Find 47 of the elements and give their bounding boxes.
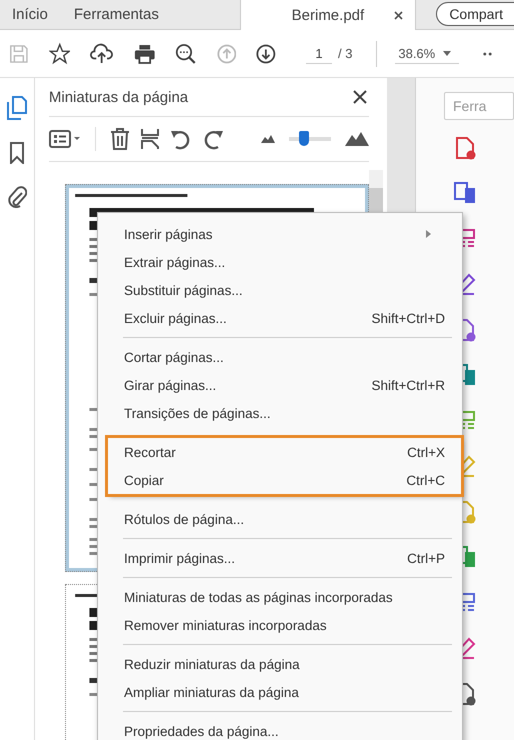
menu-item[interactable]: Transições de páginas... bbox=[98, 399, 462, 427]
menu-item[interactable]: Remover miniaturas incorporadas bbox=[98, 611, 462, 639]
cloud-upload-icon[interactable] bbox=[90, 42, 114, 64]
slider-thumb[interactable] bbox=[299, 131, 310, 146]
menu-item[interactable]: Recortar Ctrl+X bbox=[108, 438, 461, 466]
trash-icon[interactable] bbox=[110, 128, 130, 150]
close-icon[interactable] bbox=[394, 10, 404, 20]
rotate-left-icon[interactable] bbox=[170, 128, 192, 150]
menu-item[interactable]: Excluir páginas... Shift+Ctrl+D bbox=[98, 304, 462, 332]
rotate-right-icon[interactable] bbox=[202, 128, 224, 150]
menu-item[interactable]: Miniaturas de todas as páginas incorporadas bbox=[98, 583, 462, 611]
pages-icon[interactable] bbox=[6, 96, 27, 120]
tab[interactable]: Berime.pdf bbox=[240, 0, 416, 30]
close-icon[interactable] bbox=[352, 90, 367, 104]
tool-icon[interactable] bbox=[453, 181, 477, 205]
small-mountain-icon[interactable] bbox=[260, 135, 275, 143]
thumbnail-size-slider[interactable] bbox=[288, 131, 331, 147]
star-icon[interactable] bbox=[48, 42, 70, 66]
arrow-down-circle-icon[interactable] bbox=[256, 42, 276, 64]
tool-icon[interactable] bbox=[453, 136, 477, 160]
large-mountain-icon[interactable] bbox=[344, 132, 369, 146]
bookmark-icon[interactable] bbox=[8, 142, 25, 164]
menu-item[interactable]: Rótulos de página... bbox=[98, 505, 462, 533]
more-icon[interactable] bbox=[483, 52, 494, 56]
menu-item[interactable]: Girar páginas... Shift+Ctrl+R bbox=[98, 371, 462, 399]
menu-item[interactable]: Propriedades da página... bbox=[98, 717, 462, 740]
zoom-field[interactable]: 38.6% bbox=[395, 44, 460, 64]
tab[interactable]: Início bbox=[0, 0, 60, 29]
extract-pages-icon[interactable] bbox=[140, 128, 160, 150]
menu-item[interactable]: Inserir páginas bbox=[98, 220, 462, 248]
zoom-icon[interactable] bbox=[175, 42, 197, 66]
tab[interactable]: Ferramentas bbox=[60, 0, 240, 29]
menu-item[interactable]: Extrair páginas... bbox=[98, 248, 462, 276]
menu-item[interactable]: Cortar páginas... bbox=[98, 343, 462, 371]
menu-item[interactable]: Substituir páginas... bbox=[98, 276, 462, 304]
caret-icon[interactable] bbox=[443, 50, 452, 56]
options-menu-icon[interactable] bbox=[48, 129, 81, 149]
paperclip-icon[interactable] bbox=[6, 186, 27, 208]
panel-title: Miniaturas da página bbox=[48, 88, 188, 106]
menu-item[interactable]: Reduzir miniaturas da página bbox=[98, 650, 462, 678]
menu-item[interactable]: Imprimir páginas... Ctrl+P bbox=[98, 544, 462, 572]
menu-item[interactable]: Ampliar miniaturas da página bbox=[98, 678, 462, 706]
printer-icon[interactable] bbox=[134, 42, 156, 64]
tools-search-field[interactable]: Ferra bbox=[444, 92, 514, 120]
page-total: / 3 bbox=[338, 46, 352, 61]
share-button[interactable]: Compart bbox=[436, 2, 514, 26]
menu-item[interactable]: Copiar Ctrl+C bbox=[108, 466, 461, 494]
